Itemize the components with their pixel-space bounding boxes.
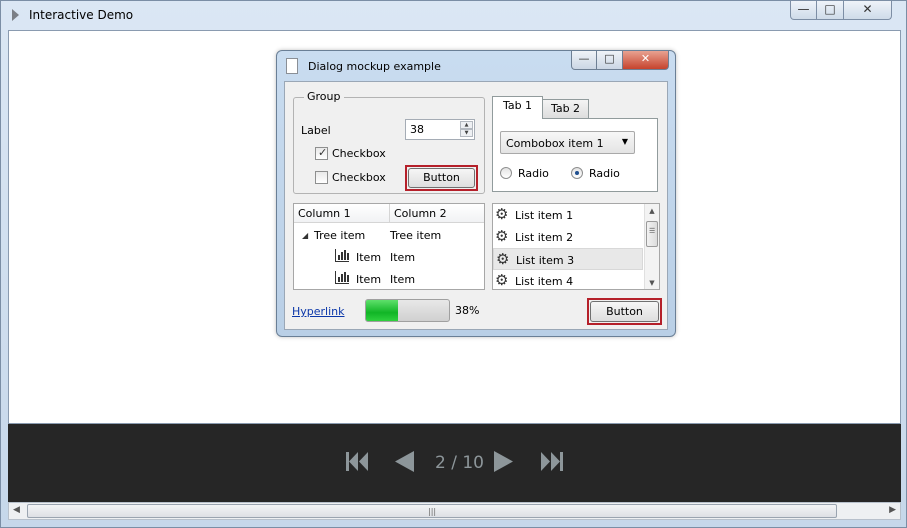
tree-row[interactable]: Item Item xyxy=(294,269,484,289)
spin-buttons: ▲ ▼ xyxy=(460,121,473,138)
group-box: Group Label 38 ▲ ▼ ✓ Checkbox Checkbox B… xyxy=(293,90,485,194)
maximize-button[interactable]: □ xyxy=(817,1,844,20)
list-box: ⚙ List item 1 ⚙ List item 2 ⚙ List item … xyxy=(492,203,660,290)
player-controls: 2 / 10 xyxy=(8,424,901,502)
dialog-maximize-button[interactable]: □ xyxy=(597,51,623,70)
maximize-icon: □ xyxy=(604,52,615,65)
checkmark-icon: ✓ xyxy=(318,146,328,159)
next-slide-icon[interactable] xyxy=(493,424,515,502)
checkbox-label: Checkbox xyxy=(332,171,386,184)
scroll-grip-icon: ☰ xyxy=(649,227,656,235)
tree-cell: Tree item xyxy=(314,229,366,242)
bar-chart-icon xyxy=(335,249,349,262)
tree-view: Column 1 Column 2 ◢ Tree item Tree item … xyxy=(293,203,485,290)
tab-widget: Tab 1 Tab 2 Combobox item 1 ▼ Radio Radi… xyxy=(492,95,661,192)
minimize-icon: — xyxy=(797,2,810,16)
expand-arrow-icon[interactable]: ◢ xyxy=(302,231,308,240)
scroll-left-icon[interactable]: ◀ xyxy=(13,505,20,515)
checkbox-box xyxy=(315,171,328,184)
checkbox-box: ✓ xyxy=(315,146,328,160)
number-spinbox[interactable]: 38 ▲ ▼ xyxy=(405,119,475,140)
tree-cell: Item xyxy=(356,273,382,286)
bar-chart-icon xyxy=(335,271,349,284)
dialog-minimize-button[interactable]: — xyxy=(571,51,597,70)
progress-fill xyxy=(366,300,398,321)
bottom-button[interactable]: Button xyxy=(590,301,659,322)
tree-row[interactable]: Item Item xyxy=(294,247,484,269)
scroll-thumb[interactable]: ||| xyxy=(27,504,837,518)
list-item-selected[interactable]: ⚙ List item 3 xyxy=(493,248,643,270)
list-item[interactable]: ⚙ List item 4 xyxy=(493,270,643,289)
mockup-dialog: Dialog mockup example — □ ✕ Group Label … xyxy=(276,50,676,337)
last-slide-icon[interactable] xyxy=(540,424,564,502)
spin-up-icon[interactable]: ▲ xyxy=(460,121,473,129)
dialog-close-button[interactable]: ✕ xyxy=(623,51,669,70)
tree-cell: Tree item xyxy=(390,229,442,242)
dialog-title: Dialog mockup example xyxy=(308,60,441,73)
gear-icon: ⚙ xyxy=(495,271,509,289)
radio-label: Radio xyxy=(589,167,620,180)
radio-circle xyxy=(500,167,512,179)
scroll-right-icon[interactable]: ▶ xyxy=(889,505,896,515)
first-slide-icon[interactable] xyxy=(345,424,369,502)
maximize-icon: □ xyxy=(824,2,836,16)
close-button[interactable]: ✕ xyxy=(844,1,892,20)
window-title: Interactive Demo xyxy=(29,8,134,22)
hyperlink[interactable]: Hyperlink xyxy=(292,305,345,318)
previous-slide-icon[interactable] xyxy=(394,424,416,502)
list-item-label: List item 2 xyxy=(515,231,574,244)
column-header-2[interactable]: Column 2 xyxy=(390,204,484,223)
scroll-down-icon[interactable]: ▼ xyxy=(645,279,659,287)
page-indicator: 2 / 10 xyxy=(435,453,484,473)
gear-icon: ⚙ xyxy=(496,250,510,268)
field-label: Label xyxy=(301,124,331,137)
dialog-window-controls: — □ ✕ xyxy=(571,51,669,70)
combobox[interactable]: Combobox item 1 ▼ xyxy=(500,131,635,154)
list-item[interactable]: ⚙ List item 2 xyxy=(493,226,643,248)
tree-row[interactable]: ◢ Tree item Tree item xyxy=(294,225,484,247)
group-button[interactable]: Button xyxy=(408,168,475,188)
document-icon xyxy=(286,58,298,74)
spin-down-icon[interactable]: ▼ xyxy=(460,129,473,137)
list-vertical-scrollbar[interactable]: ▲ ☰ ▼ xyxy=(644,204,659,289)
list-item-label: List item 4 xyxy=(515,275,574,288)
column-header-1[interactable]: Column 1 xyxy=(294,204,390,223)
radio-circle xyxy=(571,167,583,179)
list-item-label: List item 3 xyxy=(516,254,575,267)
minimize-button[interactable]: — xyxy=(790,1,817,20)
tree-cell: Item xyxy=(390,273,416,286)
app-play-icon xyxy=(12,9,19,21)
tab-page: Combobox item 1 ▼ Radio Radio xyxy=(492,118,658,192)
list-item[interactable]: ⚙ List item 1 xyxy=(493,204,643,226)
dropdown-arrow-icon: ▼ xyxy=(621,137,628,146)
close-icon: ✕ xyxy=(862,2,873,16)
combobox-value: Combobox item 1 xyxy=(506,137,604,150)
scroll-thumb[interactable]: ☰ xyxy=(646,221,658,247)
scroll-grip-icon: ||| xyxy=(428,507,437,516)
checkbox-label: Checkbox xyxy=(332,147,386,160)
tree-cell: Item xyxy=(356,251,382,264)
dialog-body: Group Label 38 ▲ ▼ ✓ Checkbox Checkbox B… xyxy=(284,81,668,330)
window-controls: — □ ✕ xyxy=(790,1,900,20)
gear-icon: ⚙ xyxy=(495,227,509,245)
close-icon: ✕ xyxy=(640,52,651,65)
outer-titlebar: Interactive Demo — □ ✕ xyxy=(1,1,906,30)
tab-2[interactable]: Tab 2 xyxy=(542,99,589,119)
radio-label: Radio xyxy=(518,167,549,180)
list-item-label: List item 1 xyxy=(515,209,574,222)
minimize-icon: — xyxy=(578,52,590,65)
tree-cell: Item xyxy=(390,251,416,264)
group-title: Group xyxy=(304,90,344,103)
progress-percent: 38% xyxy=(455,304,480,317)
radio-dot-icon xyxy=(575,171,579,175)
spin-value: 38 xyxy=(410,123,424,136)
progress-bar xyxy=(365,299,450,322)
tab-1[interactable]: Tab 1 xyxy=(492,96,543,119)
horizontal-scrollbar[interactable]: ◀ ||| ▶ xyxy=(8,502,901,520)
gear-icon: ⚙ xyxy=(495,205,509,223)
scroll-up-icon[interactable]: ▲ xyxy=(645,207,659,215)
